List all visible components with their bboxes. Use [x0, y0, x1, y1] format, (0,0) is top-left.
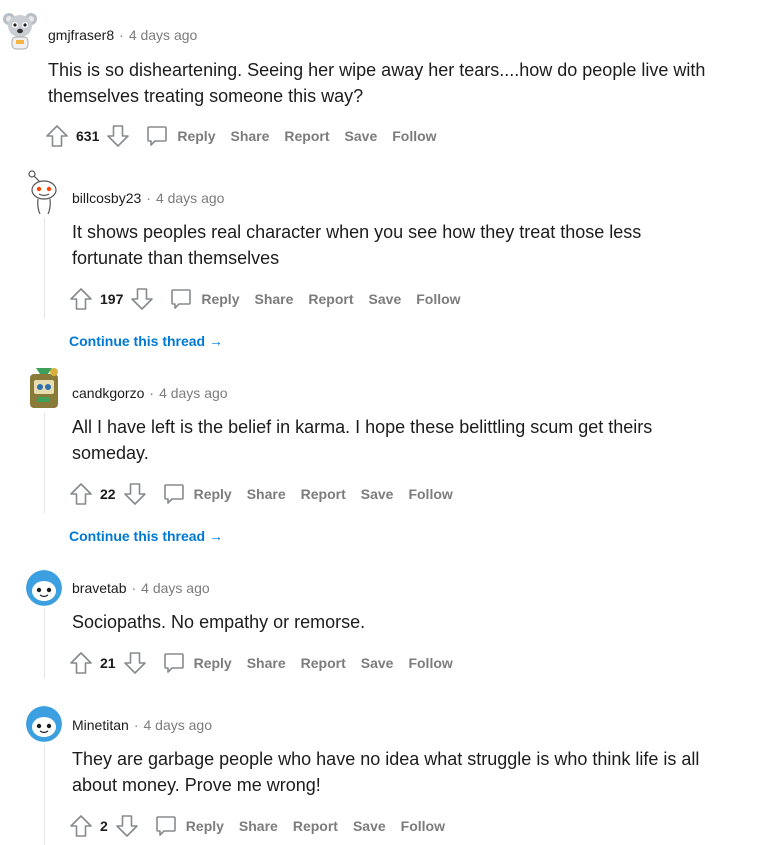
downvote-icon[interactable] — [122, 481, 148, 507]
robot-avatar-icon — [30, 368, 58, 408]
follow-button[interactable]: Follow — [401, 818, 445, 834]
save-button[interactable]: Save — [361, 486, 394, 502]
downvote-icon[interactable] — [122, 650, 148, 676]
avatar[interactable] — [26, 570, 62, 606]
save-button[interactable]: Save — [361, 655, 394, 671]
vote-group: 197 — [68, 286, 155, 312]
save-button[interactable]: Save — [369, 291, 402, 307]
upvote-icon[interactable] — [68, 481, 94, 507]
comment-meta: bravetab · 4 days ago — [72, 580, 210, 596]
continue-thread-link[interactable]: Continue this thread → — [69, 528, 223, 544]
avatar[interactable] — [26, 366, 62, 410]
comment-body: It shows peoples real character when you… — [72, 222, 642, 268]
comment-meta: candkgorzo · 4 days ago — [72, 385, 228, 401]
avatar[interactable] — [26, 168, 62, 216]
reply-button[interactable]: Reply — [162, 651, 232, 675]
timestamp[interactable]: 4 days ago — [129, 27, 198, 43]
vote-score: 21 — [100, 655, 116, 671]
comment-meta: billcosby23 · 4 days ago — [72, 190, 225, 206]
thread-line — [44, 745, 45, 845]
username[interactable]: bravetab — [72, 580, 126, 596]
downvote-icon[interactable] — [105, 123, 131, 149]
username[interactable]: gmjfraser8 — [48, 27, 114, 43]
comment-actions: 2 Reply Share Report Save Follow — [68, 812, 460, 840]
thread-line — [44, 218, 45, 318]
share-button[interactable]: Share — [247, 655, 286, 671]
follow-button[interactable]: Follow — [416, 291, 460, 307]
snoo-blue-avatar-icon — [26, 706, 62, 742]
comment-body: They are garbage people who have no idea… — [72, 749, 700, 795]
vote-score: 631 — [76, 128, 100, 144]
downvote-icon[interactable] — [129, 286, 155, 312]
report-button[interactable]: Report — [308, 291, 353, 307]
avatar[interactable] — [26, 706, 62, 742]
report-button[interactable]: Report — [301, 655, 346, 671]
upvote-icon[interactable] — [68, 813, 94, 839]
report-button[interactable]: Report — [293, 818, 338, 834]
share-button[interactable]: Share — [247, 486, 286, 502]
reply-button[interactable]: Reply — [162, 482, 232, 506]
comment-actions: 197 Reply Share Report Save Follow — [68, 285, 476, 313]
thread-line — [44, 413, 45, 513]
comment-body: All I have left is the belief in karma. … — [72, 417, 653, 463]
snoo-avatar-icon — [28, 170, 57, 215]
follow-button[interactable]: Follow — [408, 486, 452, 502]
vote-group: 2 — [68, 813, 140, 839]
report-button[interactable]: Report — [284, 128, 329, 144]
vote-group: 631 — [44, 123, 131, 149]
comment-bubble-icon — [171, 289, 192, 309]
comment-bubble-icon — [163, 653, 184, 673]
vote-score: 22 — [100, 486, 116, 502]
username[interactable]: candkgorzo — [72, 385, 144, 401]
timestamp[interactable]: 4 days ago — [143, 717, 212, 733]
report-button[interactable]: Report — [301, 486, 346, 502]
continue-thread-link[interactable]: Continue this thread → — [69, 333, 223, 349]
upvote-icon[interactable] — [44, 123, 70, 149]
koala-avatar-icon — [3, 13, 37, 50]
vote-score: 2 — [100, 818, 108, 834]
share-button[interactable]: Share — [239, 818, 278, 834]
comment-body: Sociopaths. No empathy or remorse. — [72, 612, 366, 632]
username[interactable]: Minetitan — [72, 717, 129, 733]
upvote-icon[interactable] — [68, 286, 94, 312]
vote-score: 197 — [100, 291, 124, 307]
downvote-icon[interactable] — [114, 813, 140, 839]
thread-line — [44, 608, 45, 678]
comment-meta: gmjfraser8 · 4 days ago — [48, 27, 198, 43]
username[interactable]: billcosby23 — [72, 190, 141, 206]
reply-button[interactable]: Reply — [145, 124, 215, 148]
share-button[interactable]: Share — [230, 128, 269, 144]
timestamp[interactable]: 4 days ago — [141, 580, 210, 596]
comment-bubble-icon — [147, 126, 168, 146]
vote-group: 22 — [68, 481, 148, 507]
upvote-icon[interactable] — [68, 650, 94, 676]
save-button[interactable]: Save — [353, 818, 386, 834]
reply-button[interactable]: Reply — [154, 814, 224, 838]
timestamp[interactable]: 4 days ago — [156, 190, 225, 206]
avatar[interactable] — [2, 10, 38, 50]
follow-button[interactable]: Follow — [408, 655, 452, 671]
share-button[interactable]: Share — [254, 291, 293, 307]
comment-bubble-icon — [155, 816, 176, 836]
comment-actions: 631 Reply Share Report Save Follow — [44, 122, 452, 150]
comment-bubble-icon — [163, 484, 184, 504]
comment-actions: 21 Reply Share Report Save Follow — [68, 649, 468, 677]
timestamp[interactable]: 4 days ago — [159, 385, 228, 401]
reply-button[interactable]: Reply — [169, 287, 239, 311]
save-button[interactable]: Save — [345, 128, 378, 144]
follow-button[interactable]: Follow — [392, 128, 436, 144]
vote-group: 21 — [68, 650, 148, 676]
comment-actions: 22 Reply Share Report Save Follow — [68, 480, 468, 508]
snoo-blue-avatar-icon — [26, 570, 62, 606]
comment-body: This is so disheartening. Seeing her wip… — [48, 60, 706, 106]
comment-meta: Minetitan · 4 days ago — [72, 717, 212, 733]
